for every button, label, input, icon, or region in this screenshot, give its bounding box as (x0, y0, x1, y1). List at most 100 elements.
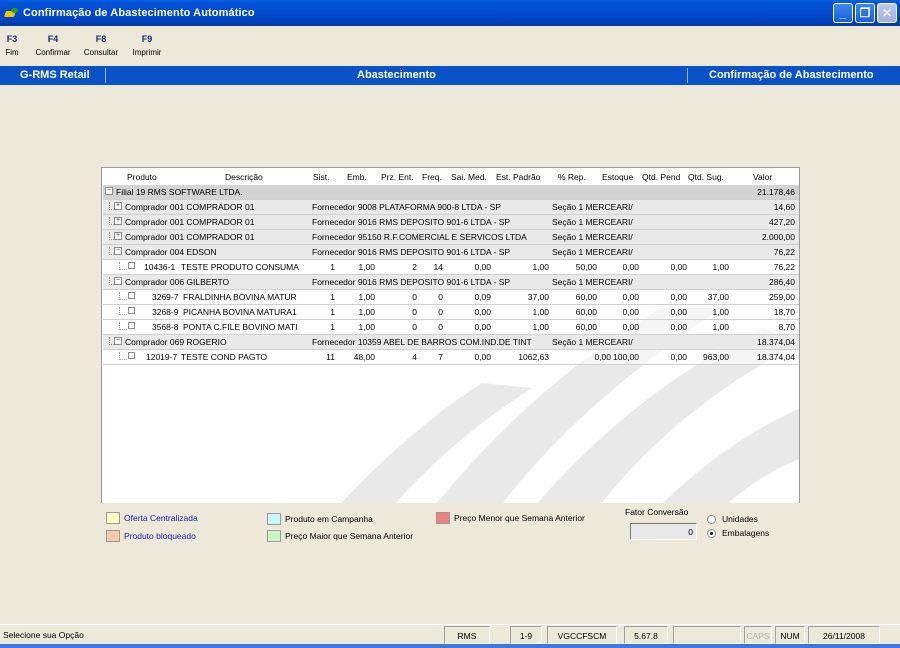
cell-qtd-pend: 0,00 (670, 322, 687, 332)
comprador-row[interactable]: + Comprador 001 COMPRADOR 01 Fornecedor … (103, 200, 799, 215)
comprador-row[interactable]: + Comprador 001 COMPRADOR 01 Fornecedor … (103, 230, 799, 245)
cell-prz-ent: 4 (412, 352, 417, 362)
cell-estoque: 0,00 (622, 262, 639, 272)
fator-conversao-field[interactable]: 0 (630, 523, 697, 540)
band-divider (105, 68, 106, 83)
status-empty-panel (673, 626, 741, 644)
col-emb[interactable]: Emb. (347, 172, 367, 182)
col-descricao[interactable]: Descrição (225, 172, 263, 182)
comprador-row[interactable]: − Comprador 006 GILBERTO Fornecedor 9016… (103, 275, 799, 290)
secao-label: Seção 1 MERCEARI/ (552, 217, 633, 227)
embalagens-option[interactable]: Embalagens (707, 528, 769, 538)
cell-est-padrao: 1,00 (532, 307, 549, 317)
comprador-label: Comprador 001 COMPRADOR 01 (125, 232, 255, 242)
secao-label: Seção 1 MERCEARI/ (552, 337, 633, 347)
fim-key: F3 (6, 34, 18, 44)
cell-freq: 0 (438, 307, 443, 317)
cell-valor: 76,22 (773, 262, 795, 272)
expand-icon[interactable]: + (114, 202, 122, 210)
col-estoque[interactable]: Estoque (602, 172, 633, 182)
col-sai-med[interactable]: Sai. Med. (451, 172, 487, 182)
abastecimento-grid[interactable]: Produto Descrição Sist. Emb. Prz. Ent. F… (101, 167, 800, 546)
comprador-valor: 427,20 (769, 217, 795, 227)
consultar-key: F8 (95, 34, 107, 44)
band-divider (687, 68, 688, 83)
product-row[interactable]: 12019-7 TESTE COND PAGTO 11 48,00 4 7 0,… (103, 350, 799, 365)
cell-estoque: 0,00 (622, 307, 639, 317)
expand-icon[interactable]: + (114, 232, 122, 240)
confirmar-button[interactable]: F4 Confirmar (31, 26, 75, 66)
minimize-button[interactable]: _ (833, 3, 853, 23)
row-checkbox[interactable] (128, 322, 135, 329)
product-row[interactable]: 3568-8 PONTA C.FILE BOVINO MATI 1 1,00 0… (103, 320, 799, 335)
col-sist[interactable]: Sist. (313, 172, 330, 182)
product-row[interactable]: 3268-9 PICANHA BOVINA MATURA1 1 1,00 0 0… (103, 305, 799, 320)
comprador-row[interactable]: − Comprador 069 ROGERIO Fornecedor 10359… (103, 335, 799, 350)
close-button[interactable]: ✕ (877, 3, 897, 23)
row-checkbox[interactable] (128, 352, 135, 359)
col-rep[interactable]: % Rep. (558, 172, 586, 182)
restore-button[interactable]: ❐ (855, 3, 875, 23)
legend-oferta: Oferta Centralizada (106, 512, 198, 524)
cell-estoque: 0,00 (622, 322, 639, 332)
expand-icon[interactable]: + (114, 217, 122, 225)
embalagens-radio[interactable] (707, 528, 716, 538)
cell-rep: 60,00 (575, 322, 597, 332)
unidades-radio[interactable] (707, 514, 716, 524)
filial-label: Filial 19 RMS SOFTWARE LTDA. (116, 187, 243, 197)
comprador-row[interactable]: + Comprador 001 COMPRADOR 01 Fornecedor … (103, 215, 799, 230)
status-range: 1-9 (510, 626, 542, 644)
cell-emb: 1,00 (358, 322, 375, 332)
collapse-icon[interactable]: − (114, 247, 122, 255)
fornecedor-label: Fornecedor 10359 ABEL DE BARROS COM.IND.… (312, 337, 532, 347)
collapse-icon[interactable]: − (114, 337, 122, 345)
cell-sai-med: 0,00 (474, 307, 491, 317)
module-name: Abastecimento (357, 69, 436, 81)
row-checkbox[interactable] (128, 262, 135, 269)
product-description: TESTE COND PAGTO (181, 352, 268, 362)
unidades-option[interactable]: Unidades (707, 514, 758, 524)
window-title: Confirmação de Abastecimento Automático (23, 7, 255, 19)
col-est-padrao[interactable]: Est. Padrão (496, 172, 540, 182)
cell-sist: 1 (330, 307, 335, 317)
unidades-label: Unidades (722, 514, 758, 524)
comprador-label: Comprador 001 COMPRADOR 01 (125, 202, 255, 212)
status-bar: Selecione sua Opção RMS 1-9 VGCCFSCM 5.6… (0, 624, 900, 644)
row-checkbox[interactable] (128, 307, 135, 314)
product-description: PICANHA BOVINA MATURA1 (183, 307, 297, 317)
cell-sai-med: 0,00 (474, 262, 491, 272)
status-user: VGCCFSCM (547, 626, 617, 644)
cell-valor: 8,70 (778, 322, 795, 332)
col-valor[interactable]: Valor (753, 172, 772, 182)
comprador-row[interactable]: − Comprador 004 EDSON Fornecedor 9016 RM… (103, 245, 799, 260)
col-prz-ent[interactable]: Prz. Ent. (381, 172, 414, 182)
minimize-icon: _ (839, 6, 847, 20)
fim-button[interactable]: F3 Fim (3, 26, 21, 66)
col-produto[interactable]: Produto (127, 172, 157, 182)
product-row[interactable]: 10436-1 TESTE PRODUTO CONSUMA 1 1,00 2 1… (103, 260, 799, 275)
campanha-label: Produto em Campanha (285, 514, 373, 524)
cell-qtd-pend: 0,00 (670, 262, 687, 272)
consultar-button[interactable]: F8 Consultar (79, 26, 123, 66)
cell-rep: 60,00 (575, 307, 597, 317)
maior-swatch (267, 530, 281, 542)
cell-est-padrao: 1,00 (532, 322, 549, 332)
filial-valor: 21.178,46 (757, 187, 795, 197)
product-name: G-RMS Retail (20, 69, 90, 81)
fornecedor-label: Fornecedor 95150 R.F.COMERCIAL E SERVICO… (312, 232, 527, 242)
cell-valor: 18.374,04 (757, 352, 795, 362)
filial-row[interactable]: − Filial 19 RMS SOFTWARE LTDA. 21.178,46 (103, 185, 799, 200)
collapse-icon[interactable]: − (105, 187, 113, 195)
col-freq[interactable]: Freq. (422, 172, 442, 182)
header-band: G-RMS Retail Abastecimento Confirmação d… (0, 66, 900, 85)
fornecedor-label: Fornecedor 9008 PLATAFORMA 900-8 LTDA - … (312, 202, 501, 212)
row-checkbox[interactable] (128, 292, 135, 299)
col-qtd-sug[interactable]: Qtd. Sug. (688, 172, 724, 182)
comprador-valor: 14,60 (773, 202, 795, 212)
imprimir-key: F9 (141, 34, 153, 44)
imprimir-button[interactable]: F9 Imprimir (127, 26, 167, 66)
collapse-icon[interactable]: − (114, 277, 122, 285)
cell-rep: 60,00 (575, 292, 597, 302)
product-row[interactable]: 3269-7 FRALDINHA BOVINA MATUR 1 1,00 0 0… (103, 290, 799, 305)
col-qtd-pend[interactable]: Qtd. Pend (642, 172, 680, 182)
